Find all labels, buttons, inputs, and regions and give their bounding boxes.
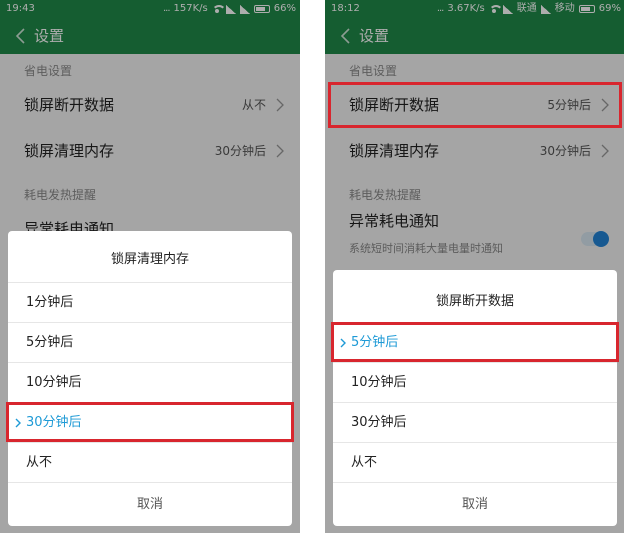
option-label: 从不 (26, 455, 53, 470)
option-label: 5分钟后 (26, 335, 74, 350)
option-label: 30分钟后 (351, 415, 407, 430)
option-label: 10分钟后 (351, 375, 407, 390)
option-10-min[interactable]: 10分钟后 (8, 362, 292, 402)
option-label: 1分钟后 (26, 295, 74, 310)
option-label: 从不 (351, 455, 378, 470)
right-phone-screen: 18:12 ... 3.67K/s 联通 移动 69% 设置 省电设置 锁屏断开… (325, 0, 624, 533)
left-phone-screen: 19:43 ... 157K/s 66% 设置 省电设置 锁屏断开数据 从不 锁… (0, 0, 300, 533)
option-label: 10分钟后 (26, 375, 82, 390)
option-1-min[interactable]: 1分钟后 (8, 282, 292, 322)
option-never[interactable]: 从不 (8, 442, 292, 482)
option-30-min[interactable]: 30分钟后 (333, 402, 617, 442)
option-never[interactable]: 从不 (333, 442, 617, 482)
option-5-min[interactable]: 5分钟后 (8, 322, 292, 362)
highlight-box-selected-option (6, 402, 294, 442)
highlight-box-settings-row (328, 82, 622, 128)
dialog-title: 锁屏清理内存 (110, 252, 189, 267)
cancel-label: 取消 (136, 497, 163, 512)
dialog-title: 锁屏断开数据 (435, 294, 514, 309)
memory-clear-dialog: 锁屏清理内存 1分钟后 5分钟后 10分钟后 30分钟后 从不 取消 (8, 231, 292, 526)
cancel-button[interactable]: 取消 (8, 482, 292, 526)
option-10-min[interactable]: 10分钟后 (333, 362, 617, 402)
disconnect-data-dialog: 锁屏断开数据 5分钟后 10分钟后 30分钟后 从不 取消 (333, 270, 617, 526)
cancel-label: 取消 (461, 497, 488, 512)
cancel-button[interactable]: 取消 (333, 482, 617, 526)
highlight-box-selected-option (331, 322, 619, 362)
